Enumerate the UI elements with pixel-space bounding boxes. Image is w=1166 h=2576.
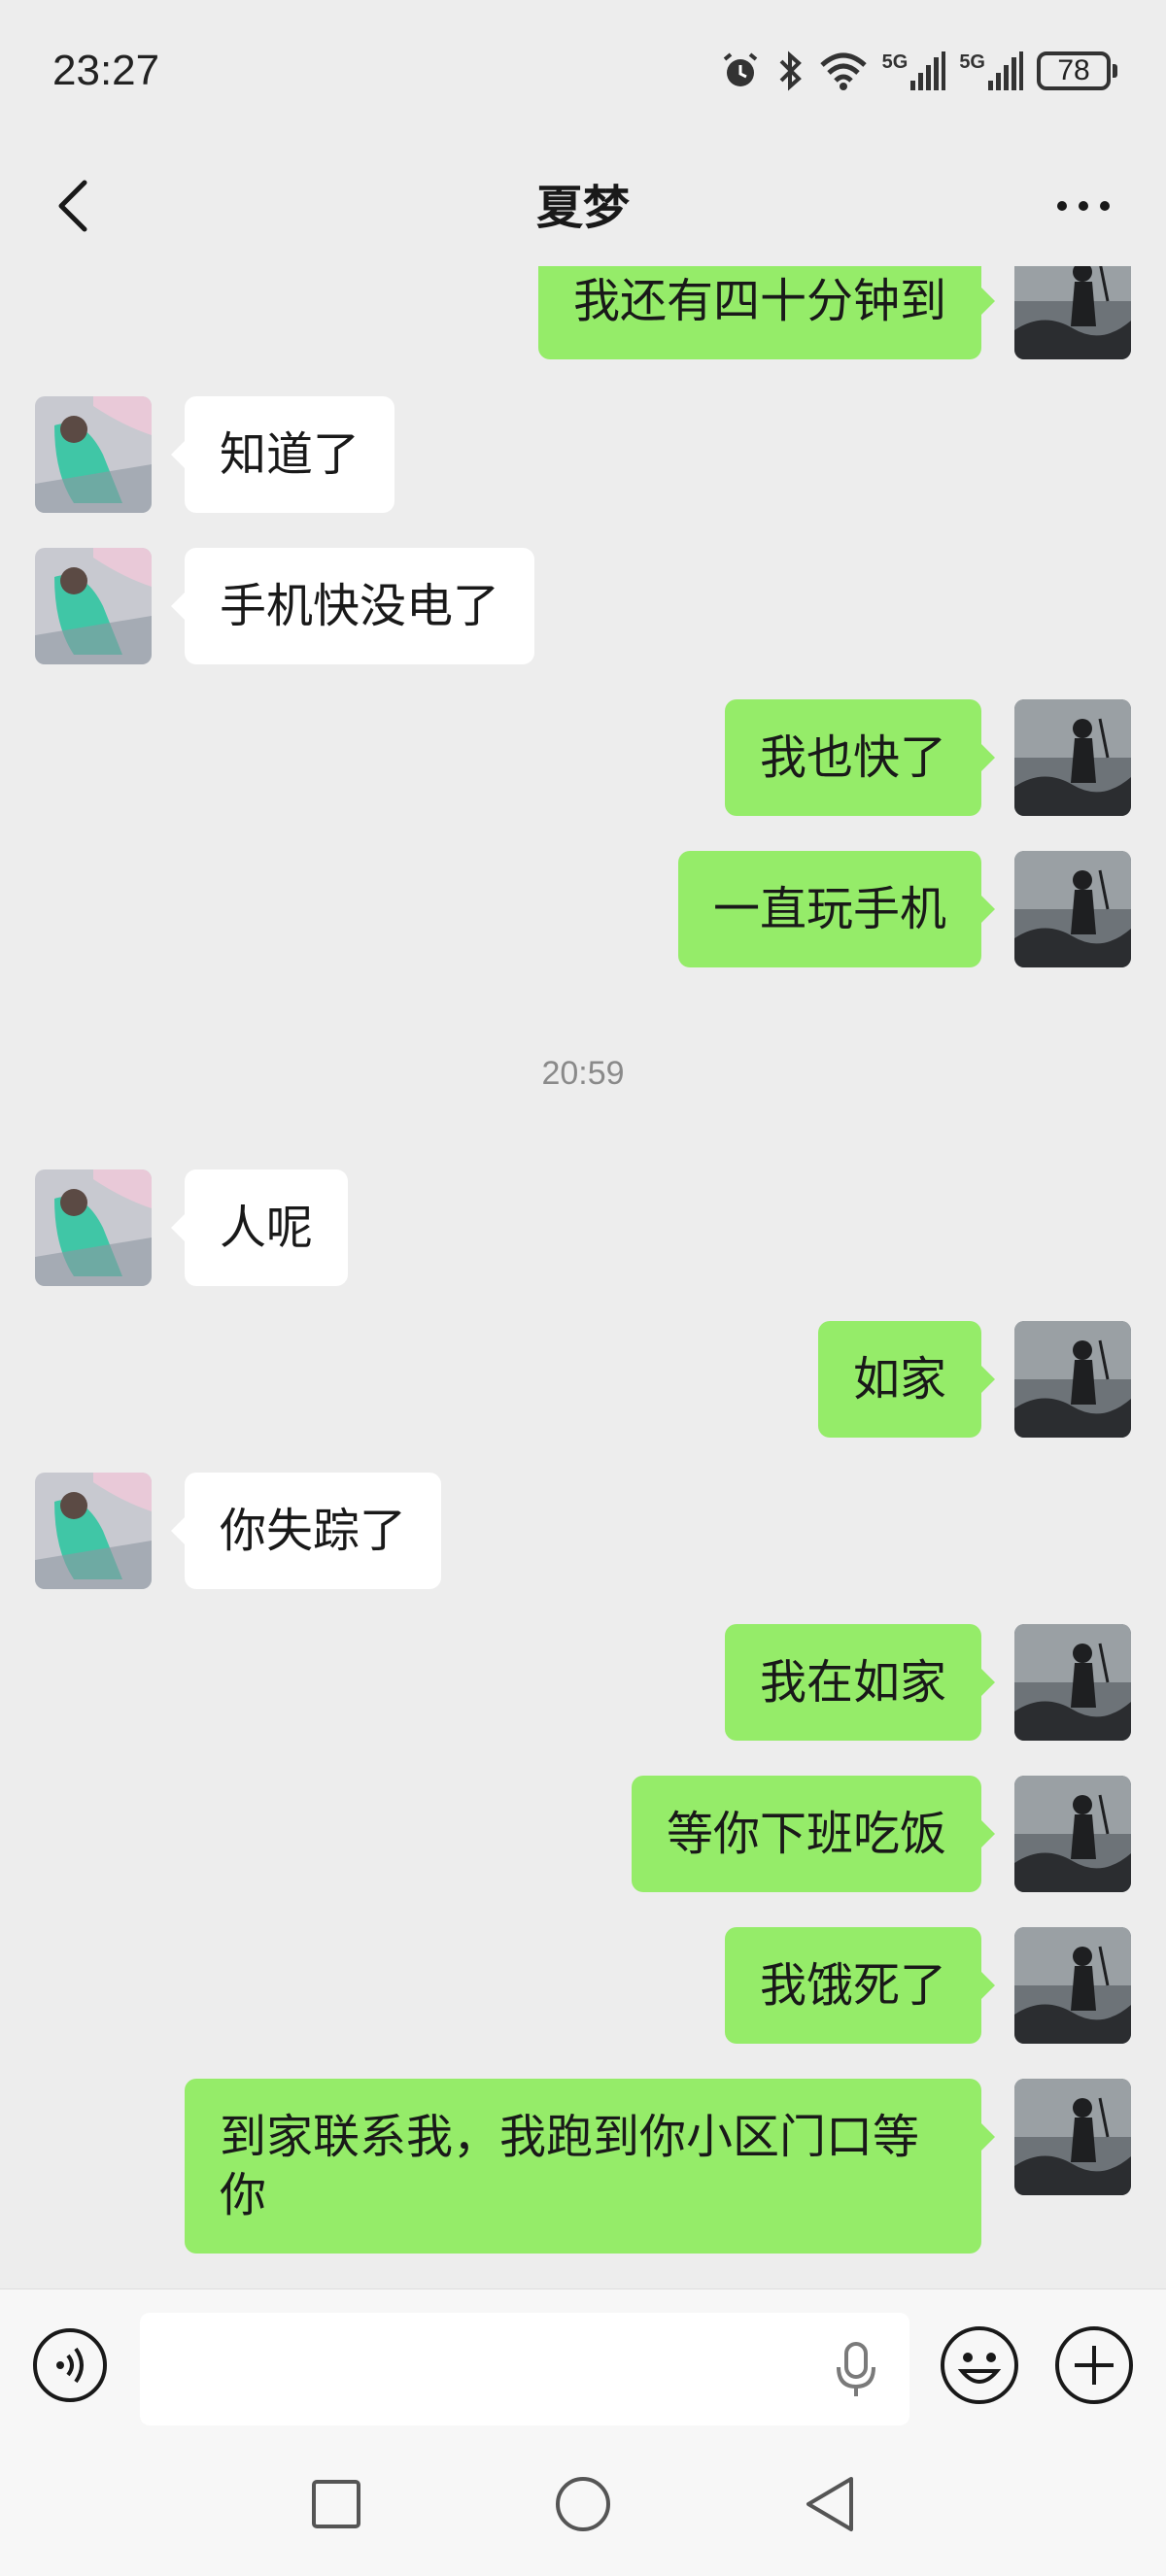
message-bubble-outgoing[interactable]: 一直玩手机 bbox=[677, 851, 996, 967]
network-type-label: 5G bbox=[881, 51, 909, 73]
avatar-image-contact bbox=[35, 1473, 152, 1589]
circle-icon bbox=[556, 2477, 610, 2531]
cell-signal-2: 5G bbox=[959, 51, 1023, 90]
more-dots-icon bbox=[1057, 201, 1110, 211]
wifi-icon bbox=[819, 52, 867, 90]
contact-avatar-self[interactable] bbox=[1014, 699, 1131, 816]
message-bubble-outgoing[interactable]: 我饿死了 bbox=[724, 1927, 996, 2044]
message-bubble-outgoing[interactable]: 我在如家 bbox=[724, 1624, 996, 1741]
message-bubble-outgoing[interactable]: 如家 bbox=[817, 1321, 996, 1438]
status-icons: 5G 5G 78 bbox=[719, 47, 1117, 95]
message-bubble-outgoing[interactable]: 到家联系我，我跑到你小区门口等你 bbox=[185, 2079, 995, 2254]
contact-avatar-self[interactable] bbox=[1014, 851, 1131, 967]
avatar-image-self bbox=[1014, 1776, 1131, 1892]
emoji-button[interactable] bbox=[939, 2324, 1020, 2406]
emoji-icon bbox=[941, 2326, 1018, 2404]
message-text-input[interactable] bbox=[140, 2313, 909, 2425]
chat-title: 夏梦 bbox=[535, 181, 630, 235]
avatar-image-contact bbox=[35, 548, 152, 664]
battery-level: 78 bbox=[1037, 51, 1111, 90]
avatar-image-self bbox=[1014, 1624, 1131, 1741]
avatar-image-self bbox=[1014, 851, 1131, 967]
more-functions-button[interactable] bbox=[1053, 2324, 1135, 2406]
microphone-button[interactable] bbox=[832, 2340, 880, 2398]
contact-avatar-self[interactable] bbox=[1014, 266, 1131, 359]
message-input-bar bbox=[0, 2288, 1166, 2432]
avatar-image-self bbox=[1014, 1927, 1131, 2044]
more-options-button[interactable] bbox=[1040, 167, 1127, 245]
bluetooth-icon bbox=[779, 51, 802, 91]
voice-mode-button[interactable] bbox=[31, 2326, 109, 2404]
signal-bars-icon bbox=[910, 51, 946, 90]
plus-icon bbox=[1055, 2326, 1133, 2404]
battery-indicator: 78 bbox=[1037, 51, 1117, 90]
status-clock: 23:27 bbox=[52, 47, 160, 94]
contact-avatar-self[interactable] bbox=[1014, 1927, 1131, 2044]
message-bubble-incoming[interactable]: 人呢 bbox=[170, 1169, 349, 1286]
avatar-image-self bbox=[1014, 1321, 1131, 1438]
cell-signal-1: 5G bbox=[882, 51, 946, 90]
avatar-image-contact bbox=[35, 1169, 152, 1286]
contact-avatar-self[interactable] bbox=[1014, 2079, 1131, 2195]
contact-avatar[interactable] bbox=[35, 1169, 152, 1286]
message-list[interactable]: 我还有四十分钟到 知道了 手机快没电了 我也快了 一直玩手机 20:59 人呢 … bbox=[0, 266, 1166, 2288]
avatar-image-self bbox=[1014, 699, 1131, 816]
contact-avatar-self[interactable] bbox=[1014, 1624, 1131, 1741]
message-bubble-outgoing[interactable]: 我也快了 bbox=[724, 699, 996, 816]
network-type-label: 5G bbox=[959, 51, 985, 73]
voice-mode-icon bbox=[33, 2328, 107, 2402]
system-back-button[interactable] bbox=[793, 2467, 867, 2541]
alarm-icon bbox=[723, 52, 757, 86]
message-bubble-incoming[interactable]: 手机快没电了 bbox=[170, 548, 535, 664]
chat-header: 夏梦 bbox=[0, 146, 1166, 266]
triangle-back-icon bbox=[806, 2477, 853, 2531]
square-icon bbox=[312, 2480, 360, 2528]
message-bubble-incoming[interactable]: 知道了 bbox=[170, 396, 395, 513]
battery-cap bbox=[1113, 64, 1117, 78]
avatar-image-self bbox=[1014, 266, 1131, 359]
signal-bars-icon bbox=[988, 51, 1023, 90]
avatar-image-self bbox=[1014, 2079, 1131, 2195]
avatar-image-contact bbox=[35, 396, 152, 513]
contact-avatar[interactable] bbox=[35, 396, 152, 513]
system-navigation-bar bbox=[0, 2432, 1166, 2576]
recent-apps-button[interactable] bbox=[299, 2467, 373, 2541]
message-bubble-incoming[interactable]: 你失踪了 bbox=[170, 1473, 442, 1589]
home-button[interactable] bbox=[546, 2467, 620, 2541]
status-bar: 23:27 5G 5G 78 bbox=[0, 0, 1166, 146]
contact-avatar-self[interactable] bbox=[1014, 1321, 1131, 1438]
message-bubble-outgoing[interactable]: 我还有四十分钟到 bbox=[537, 266, 996, 359]
microphone-icon bbox=[837, 2342, 875, 2396]
contact-avatar[interactable] bbox=[35, 548, 152, 664]
message-bubble-outgoing[interactable]: 等你下班吃饭 bbox=[631, 1776, 996, 1892]
contact-avatar-self[interactable] bbox=[1014, 1776, 1131, 1892]
contact-avatar[interactable] bbox=[35, 1473, 152, 1589]
message-timestamp: 20:59 bbox=[541, 1055, 625, 1092]
